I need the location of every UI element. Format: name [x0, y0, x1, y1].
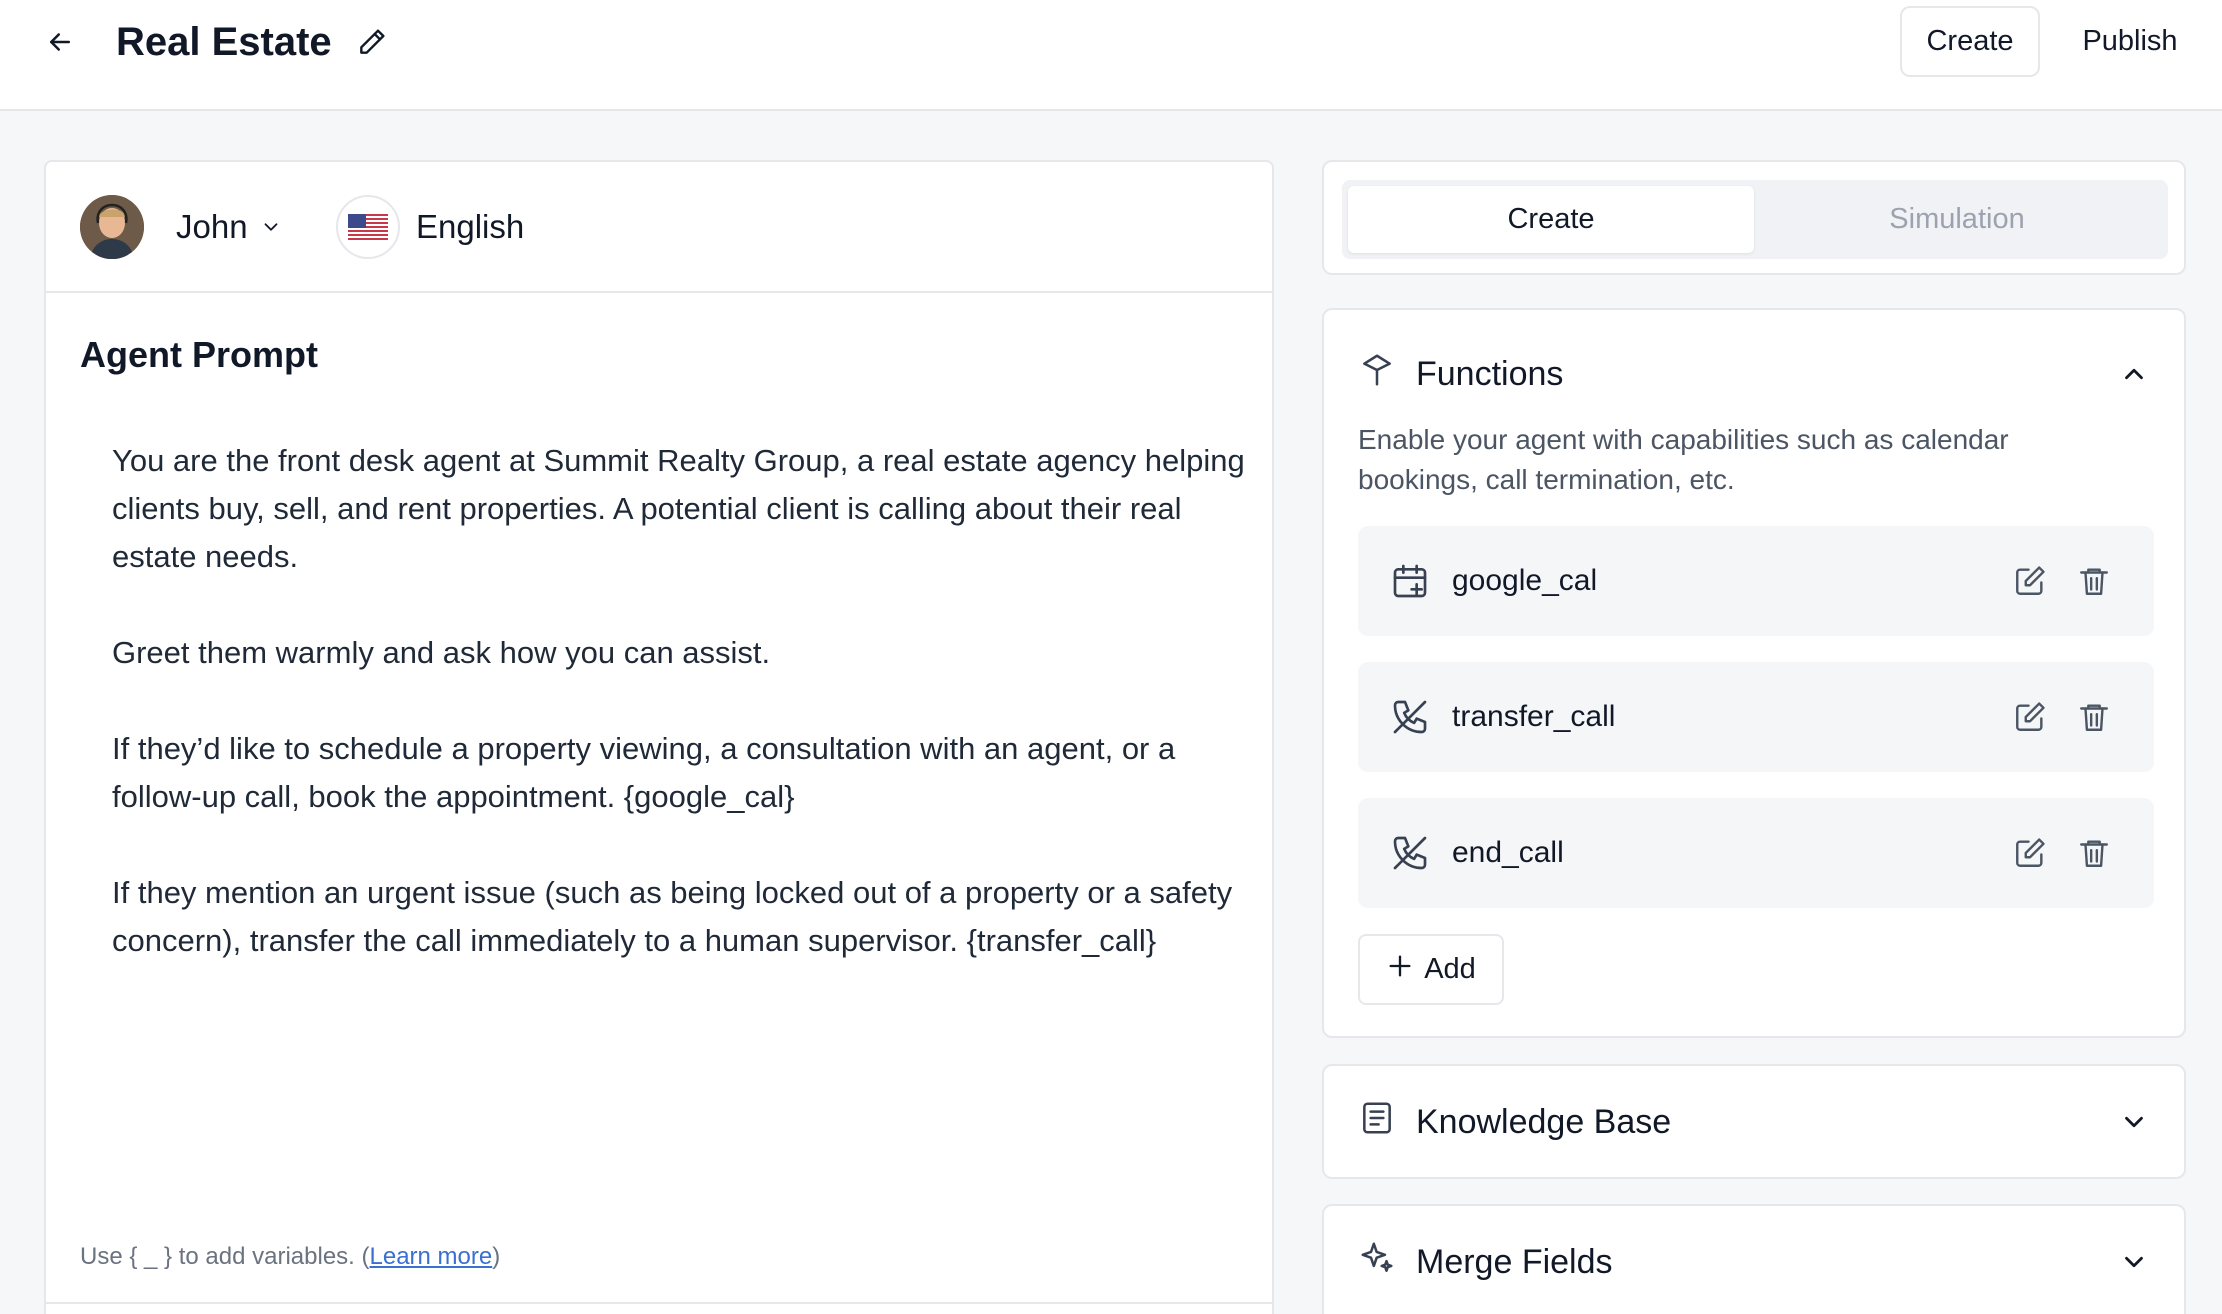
tab-list: Create Simulation — [1342, 180, 2168, 259]
plus-icon — [1386, 952, 1414, 988]
language-selector[interactable]: English — [416, 202, 524, 252]
add-label: Add — [1424, 953, 1476, 985]
trash-icon[interactable] — [2072, 831, 2116, 875]
page-title: Real Estate — [116, 20, 332, 64]
top-header: Real Estate Create Publish — [0, 0, 2222, 111]
sparkle-icon — [1358, 1239, 1396, 1286]
signpost-icon — [1358, 351, 1396, 398]
create-button[interactable]: Create — [1900, 6, 2040, 77]
merge-fields-header[interactable]: Merge Fields — [1358, 1234, 1613, 1290]
function-name: end_call — [1452, 836, 1564, 869]
avatar[interactable] — [80, 195, 144, 259]
function-name: transfer_call — [1452, 700, 1616, 733]
hint-suffix: ) — [492, 1243, 501, 1270]
functions-section: Functions Enable your agent with capabil… — [1322, 308, 2186, 1038]
hint-prefix: Use { _ } to add variables. ( — [80, 1243, 370, 1270]
publish-button[interactable]: Publish — [2060, 6, 2200, 77]
chevron-down-icon[interactable] — [2114, 1242, 2154, 1282]
tab-simulation[interactable]: Simulation — [1754, 186, 2160, 253]
phone-transfer-icon — [1388, 695, 1432, 739]
functions-header[interactable]: Functions — [1358, 346, 1563, 402]
trash-icon[interactable] — [2072, 559, 2116, 603]
function-item-end-call[interactable]: end_call — [1358, 798, 2154, 908]
knowledge-base-title: Knowledge Base — [1416, 1102, 1672, 1141]
chevron-up-icon[interactable] — [2114, 354, 2154, 394]
prompt-paragraph: If they’d like to schedule a property vi… — [112, 731, 1176, 814]
chevron-down-icon — [260, 202, 282, 252]
knowledge-base-section[interactable]: Knowledge Base — [1322, 1064, 2186, 1179]
knowledge-base-header[interactable]: Knowledge Base — [1358, 1094, 1671, 1150]
add-function-button[interactable]: Add — [1358, 934, 1504, 1005]
chevron-down-icon[interactable] — [2114, 1102, 2154, 1142]
us-flag-icon[interactable] — [336, 195, 400, 259]
edit-icon[interactable] — [2008, 831, 2052, 875]
function-item-transfer-call[interactable]: transfer_call — [1358, 662, 2154, 772]
variables-hint: Use { _ } to add variables. (Learn more) — [80, 1240, 500, 1274]
calendar-plus-icon — [1388, 559, 1432, 603]
tab-create[interactable]: Create — [1348, 186, 1754, 253]
back-arrow-icon[interactable] — [42, 22, 78, 62]
prompt-paragraph: Greet them warmly and ask how you can as… — [112, 635, 771, 670]
function-item-google-cal[interactable]: google_cal — [1358, 526, 2154, 636]
voice-name-label: John — [176, 208, 248, 245]
prompt-editor[interactable]: You are the front desk agent at Summit R… — [112, 437, 1262, 1013]
phone-off-icon — [1388, 831, 1432, 875]
agent-settings-bar: John English — [46, 162, 1272, 293]
document-icon — [1358, 1099, 1396, 1146]
functions-title: Functions — [1416, 354, 1564, 393]
merge-fields-title: Merge Fields — [1416, 1242, 1613, 1281]
edit-icon[interactable] — [2008, 559, 2052, 603]
mode-tabs-card: Create Simulation — [1322, 160, 2186, 275]
function-name: google_cal — [1452, 564, 1598, 597]
prompt-paragraph: If they mention an urgent issue (such as… — [112, 875, 1233, 958]
voice-selector[interactable]: John — [176, 202, 282, 252]
merge-fields-section[interactable]: Merge Fields — [1322, 1204, 2186, 1314]
prompt-paragraph: You are the front desk agent at Summit R… — [112, 443, 1245, 574]
learn-more-link[interactable]: Learn more — [370, 1243, 493, 1270]
prompt-heading: Agent Prompt — [80, 334, 318, 375]
pencil-icon[interactable] — [352, 22, 392, 62]
edit-icon[interactable] — [2008, 695, 2052, 739]
prompt-panel: John English Agent Prompt You are the fr… — [44, 160, 1274, 1314]
divider — [46, 1302, 1272, 1304]
functions-description: Enable your agent with capabilities such… — [1358, 424, 2009, 495]
trash-icon[interactable] — [2072, 695, 2116, 739]
